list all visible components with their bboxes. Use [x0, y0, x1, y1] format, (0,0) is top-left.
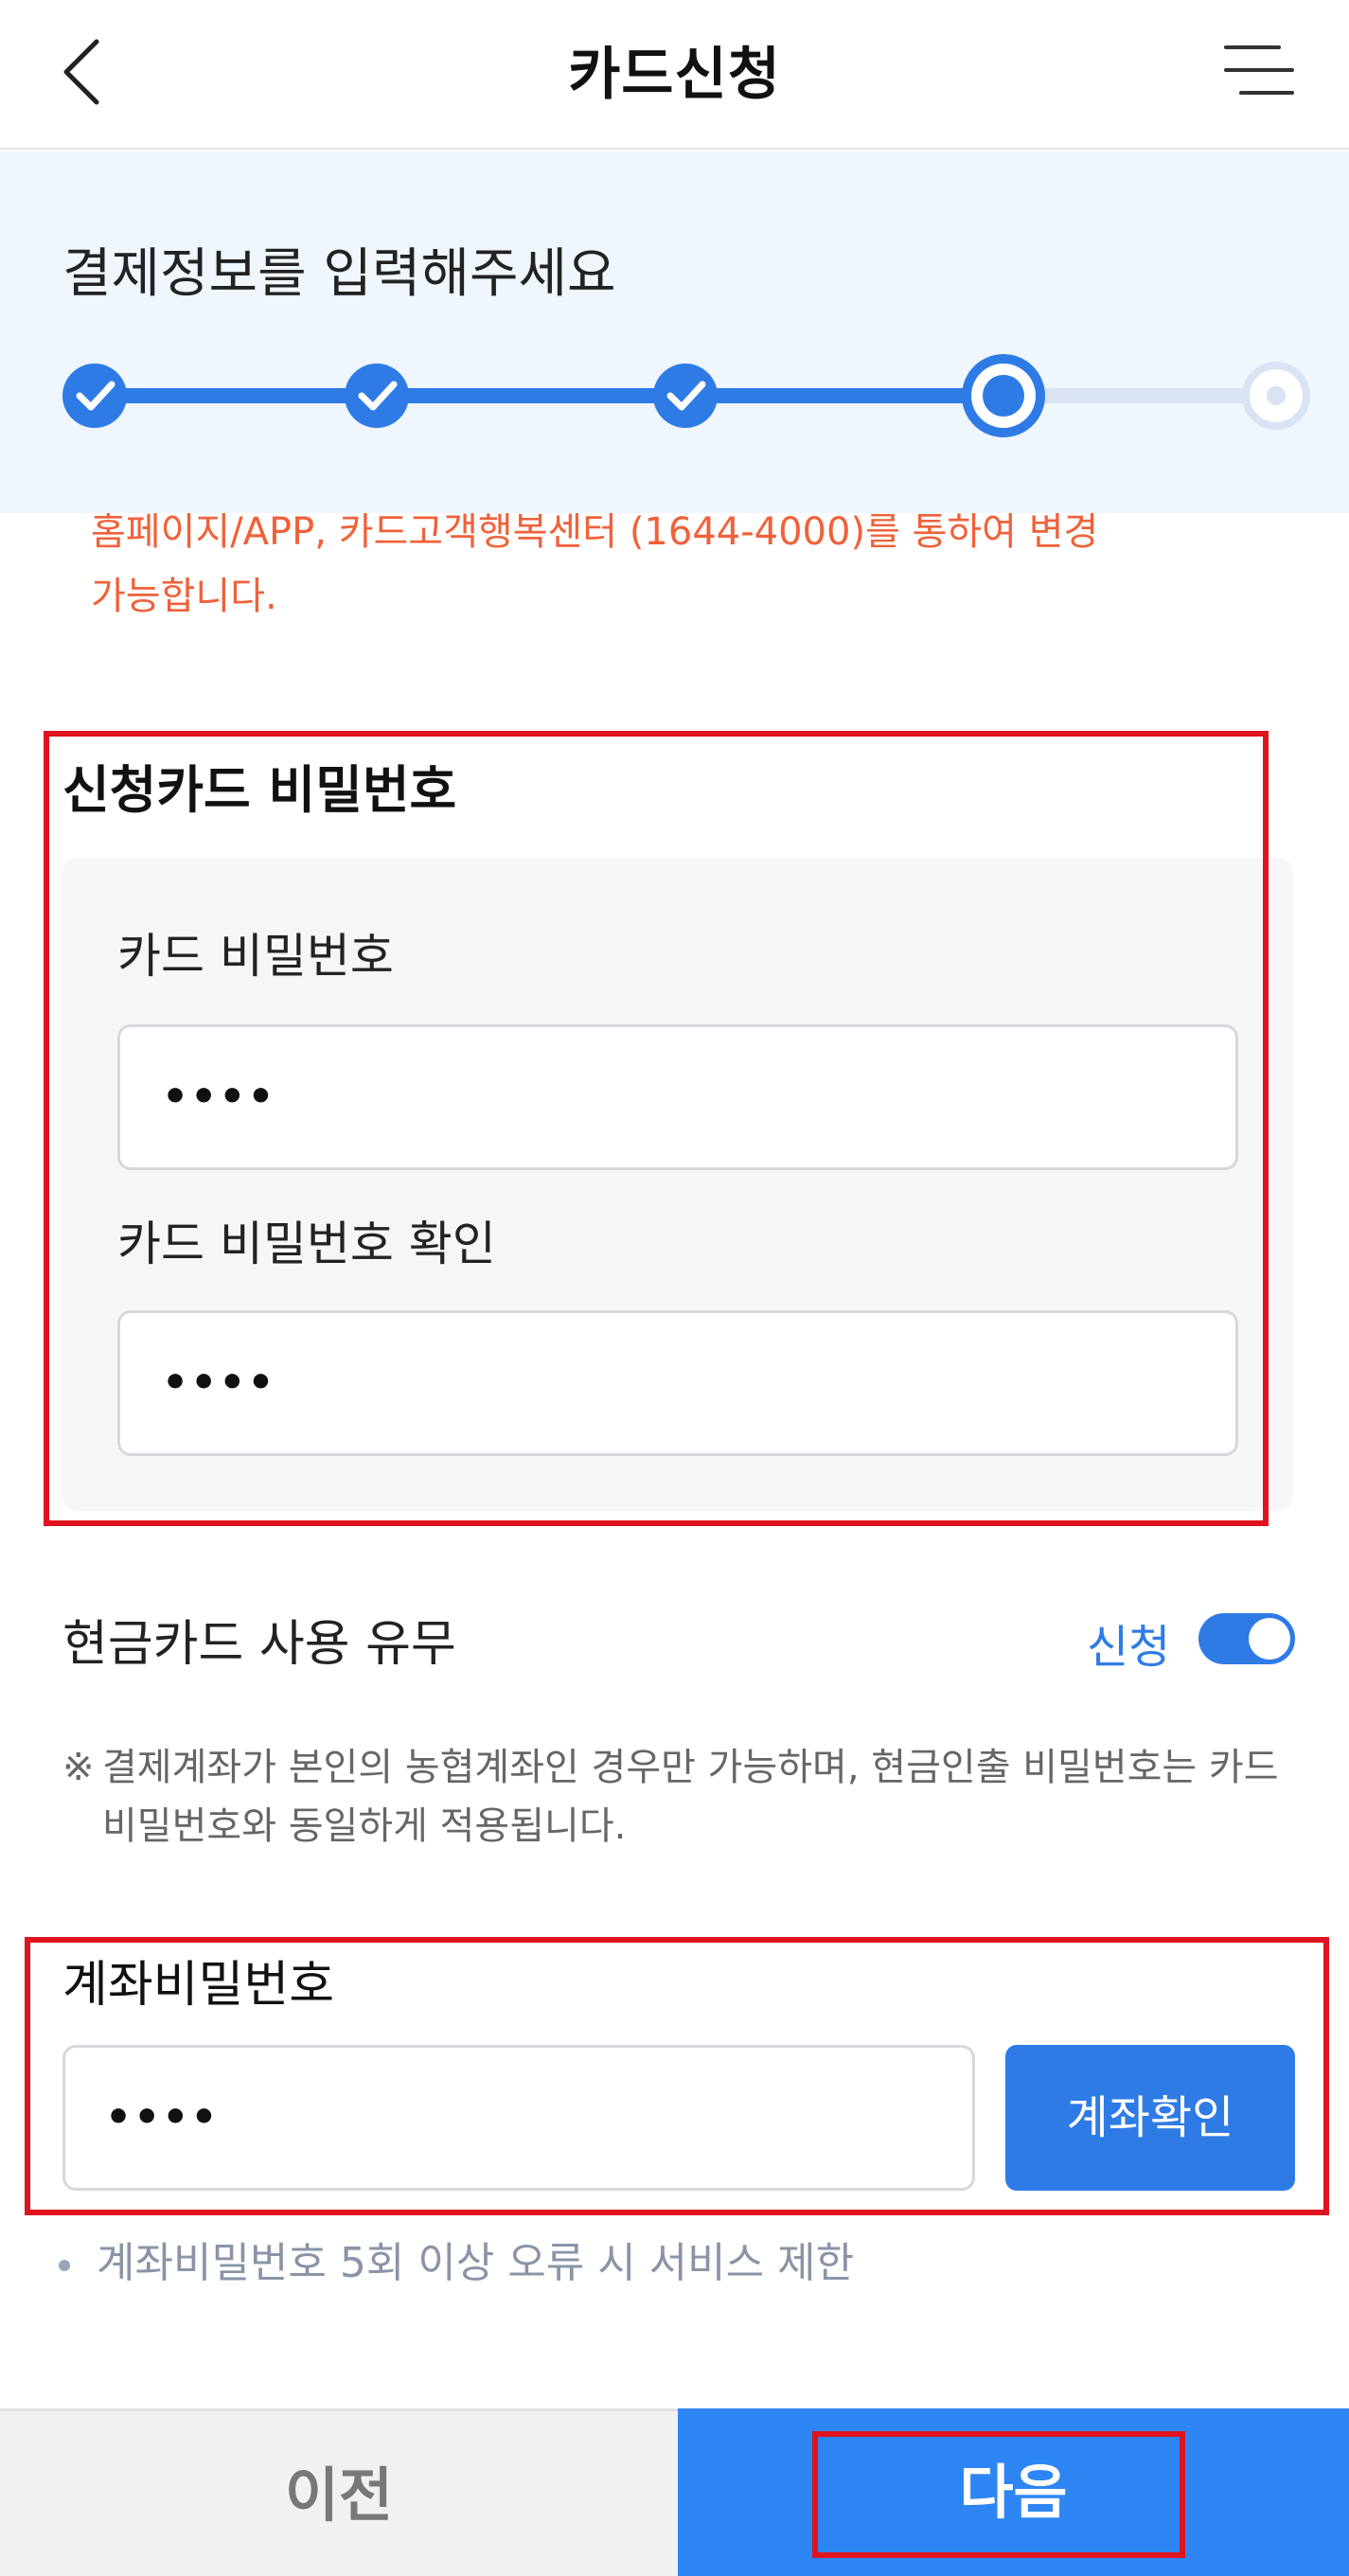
step-3-check-icon	[653, 364, 718, 428]
payment-notice: 홈페이지/APP, 카드고객행복센터 (1644-4000)를 통하여 변경 가…	[91, 500, 1227, 629]
account-warning-text: 계좌비밀번호 5회 이상 오류 시 서비스 제한	[97, 2239, 855, 2287]
step-progress-bar	[62, 354, 1310, 437]
note-text: 결제계좌가 본인의 농협계좌인 경우만 가능하며, 현금인출 비밀번호는 카드 …	[102, 1746, 1279, 1848]
cash-card-toggle[interactable]	[1198, 1613, 1295, 1664]
step-4-current-icon	[962, 354, 1045, 437]
highlight-box-next-button	[812, 2431, 1185, 2558]
hamburger-menu-icon[interactable]	[1220, 42, 1296, 100]
cash-card-label: 현금카드 사용 유무	[62, 1616, 456, 1673]
highlight-box-account-password	[25, 1937, 1329, 2215]
bullet-dot	[59, 2260, 70, 2271]
notice-line-2: 가능합니다.	[91, 575, 277, 618]
app-header: 카드신청	[0, 0, 1349, 150]
highlight-box-card-password	[44, 731, 1269, 1526]
account-warning: 계좌비밀번호 5회 이상 오류 시 서비스 제한	[59, 2229, 854, 2289]
step-1-check-icon	[62, 364, 127, 428]
step-5-pending-icon	[1242, 362, 1310, 430]
cash-card-toggle-text: 신청	[1087, 1621, 1171, 1674]
toggle-knob	[1249, 1618, 1290, 1660]
note-mark: ※	[62, 1746, 95, 1789]
prev-button[interactable]: 이전	[0, 2408, 678, 2576]
step-progress-panel: 결제정보를 입력해주세요	[0, 151, 1349, 513]
page-title: 카드신청	[568, 42, 781, 108]
step-2-check-icon	[345, 364, 409, 428]
cash-card-note: ※ 결제계좌가 본인의 농협계좌인 경우만 가능하며, 현금인출 비밀번호는 카…	[62, 1738, 1293, 1856]
